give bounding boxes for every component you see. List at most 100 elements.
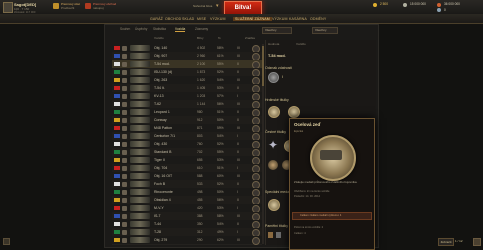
tank-icon xyxy=(130,189,150,195)
vehicle-class-icon xyxy=(122,61,127,67)
vehicle-winrate: 54% xyxy=(217,133,224,138)
vehicle-class-icon xyxy=(122,213,127,219)
vehicle-battles: 871 xyxy=(197,125,203,130)
vehicle-winrate: 60% xyxy=(217,173,224,178)
vehicle-winrate: 57% xyxy=(217,93,224,98)
vehicle-mark: I xyxy=(237,205,238,210)
vehicle-name: Leopard 1 xyxy=(154,109,170,114)
tank-icon xyxy=(130,133,150,139)
tank-icon xyxy=(130,53,150,59)
vehicle-battles: 290 xyxy=(197,237,203,242)
tooltip-cond1: Obdrženo: 2× na tomto vozidle xyxy=(294,190,330,193)
vehicle-class-icon xyxy=(122,45,127,51)
vehicle-battles: 1 144 xyxy=(197,101,206,106)
vehicle-winrate: 51% xyxy=(217,109,224,114)
table-scrollbar-thumb[interactable] xyxy=(262,46,264,86)
vehicle-battles: 1 873 xyxy=(197,69,206,74)
basic-icon-1[interactable] xyxy=(268,232,273,238)
vehicle-winrate: 54% xyxy=(217,77,224,82)
tooltip-title: Ocelová zeď xyxy=(294,122,321,127)
epic-medal-icon[interactable] xyxy=(268,106,280,118)
tank-icon xyxy=(130,173,150,179)
vehicle-battles: 588 xyxy=(197,173,203,178)
vehicle-class-icon xyxy=(122,125,127,131)
tooltip-footer2: Celkem: 4 xyxy=(294,232,306,235)
right-header-2: Vozidlo xyxy=(296,42,306,46)
view-button[interactable]: Zobrazit xyxy=(438,238,454,246)
vehicle-winrate: 61% xyxy=(217,53,224,58)
vehicle-winrate: 55% xyxy=(217,61,224,66)
epic-medal-icon-2[interactable] xyxy=(288,106,300,118)
honor-star-icon[interactable]: ✦ xyxy=(268,138,278,152)
vehicle-mark: III xyxy=(237,125,240,130)
vehicle-mark: II xyxy=(237,85,239,90)
nation-flag-icon xyxy=(114,214,120,218)
vehicle-name: Obj. 704 xyxy=(154,165,168,170)
vehicle-battles: 455 xyxy=(197,197,203,202)
vehicle-class-icon xyxy=(122,93,127,99)
vehicle-winrate: 51% xyxy=(217,165,224,170)
tank-icon xyxy=(130,69,150,75)
vehicle-class-icon xyxy=(122,181,127,187)
chat-icon[interactable] xyxy=(473,238,481,246)
vehicle-mark: III xyxy=(237,77,240,82)
section-basic: Pamětní titulky xyxy=(265,224,288,228)
tank-icon xyxy=(130,85,150,91)
vehicle-name: M-V-Y xyxy=(154,205,164,210)
vehicle-mark: III xyxy=(237,157,240,162)
section-mastery: Odznak zdatnosti xyxy=(265,66,293,70)
vehicle-battles: 702 xyxy=(197,149,203,154)
vehicle-battles: 350 xyxy=(197,221,203,226)
tank-icon xyxy=(130,45,150,51)
nation-flag-icon xyxy=(114,70,120,74)
nation-flag-icon xyxy=(114,150,120,154)
vehicle-class-icon xyxy=(122,117,127,123)
vehicle-winrate: 52% xyxy=(217,181,224,186)
nation-flag-icon xyxy=(114,62,120,66)
vehicle-name: Conway xyxy=(154,117,167,122)
settings-icon[interactable] xyxy=(3,238,10,245)
vehicle-name: Obj. 263 xyxy=(154,77,168,82)
tooltip-progress-label: Celkem získáno medailí výzkumu: 4 xyxy=(300,213,342,217)
tank-icon xyxy=(130,61,150,67)
vehicle-name: ISU-130 (d) xyxy=(154,69,173,74)
vehicle-mark: I xyxy=(237,165,238,170)
basic-icon-2[interactable] xyxy=(276,232,281,238)
vehicle-class-icon xyxy=(122,229,127,235)
vehicle-battles: 760 xyxy=(197,141,203,146)
vehicle-mark: II xyxy=(237,221,239,226)
nation-flag-icon xyxy=(114,222,120,226)
vehicle-battles: 4 502 xyxy=(197,45,206,50)
vehicle-name: T-44 xyxy=(154,221,162,226)
mastery-mini-icon xyxy=(252,237,260,245)
vehicle-class-icon xyxy=(122,69,127,75)
tank-icon xyxy=(130,229,150,235)
vehicle-winrate: 53% xyxy=(217,157,224,162)
nation-flag-icon xyxy=(114,238,120,242)
vehicle-mark: III xyxy=(237,101,240,106)
vehicle-mark: II xyxy=(237,181,239,186)
tank-icon xyxy=(130,117,150,123)
table-row[interactable]: Obj. 279 290 62% III xyxy=(112,236,262,245)
vehicle-table: Obj. 140 4 502 58% III Obj. 907 2 960 61% III T-… xyxy=(0,0,483,250)
special-medal-icon[interactable] xyxy=(268,199,280,211)
vehicle-winrate: 52% xyxy=(217,141,224,146)
nation-flag-icon xyxy=(114,142,120,146)
tooltip-footer1: Počet na tomto vozidle: 2 xyxy=(294,226,324,229)
vehicle-class-icon xyxy=(122,205,127,211)
vehicle-battles: 1 620 xyxy=(197,77,206,82)
vehicle-name: Obsidian 4 xyxy=(154,197,171,202)
vehicle-battles: 2 100 xyxy=(197,61,206,66)
vehicle-mark: II xyxy=(237,149,239,154)
vehicle-winrate: 53% xyxy=(217,205,224,210)
vehicle-battles: 420 xyxy=(197,205,203,210)
honor-row-icon-1[interactable] xyxy=(268,160,278,170)
tank-icon xyxy=(130,197,150,203)
nation-flag-icon xyxy=(114,134,120,138)
vehicle-class-icon xyxy=(122,85,127,91)
nation-flag-icon xyxy=(114,126,120,130)
vehicle-battles: 2 960 xyxy=(197,53,206,58)
mastery-value: I xyxy=(282,74,284,79)
vehicle-mark: I xyxy=(237,93,238,98)
nation-flag-icon xyxy=(114,102,120,106)
